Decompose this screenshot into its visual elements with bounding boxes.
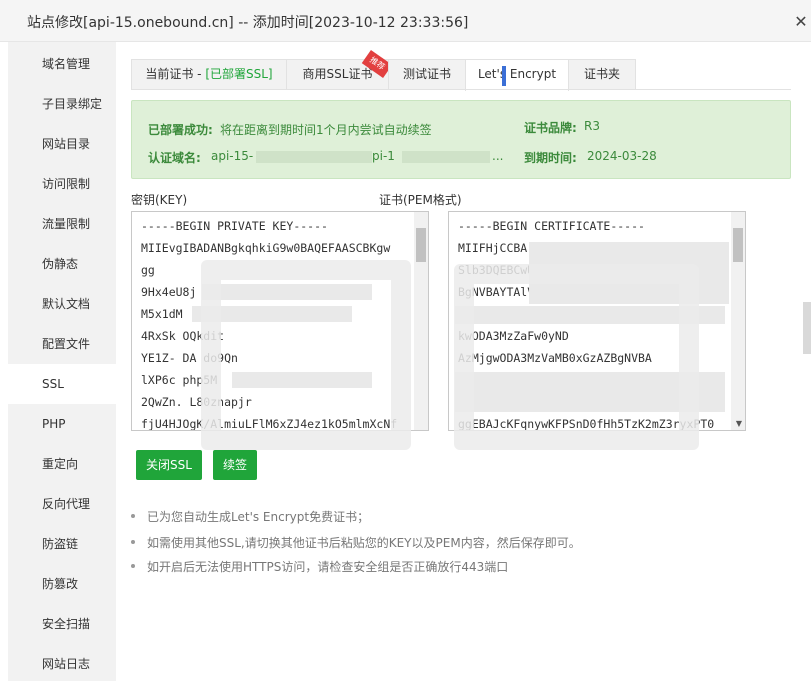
window-title: 站点修改[api-15.onebound.cn] -- 添加时间[2023-10… bbox=[27, 15, 469, 31]
scroll-down-icon[interactable]: ▼ bbox=[736, 419, 742, 428]
sidebar-item-default-doc[interactable]: 默认文档 bbox=[8, 284, 116, 324]
sidebar-item-hotlink[interactable]: 防盗链 bbox=[8, 524, 116, 564]
main-panel: 当前证书 - [已部署SSL] 商用SSL证书 推荐 测试证书 Let's En… bbox=[116, 42, 811, 681]
key-scroll-thumb[interactable] bbox=[416, 228, 426, 262]
expire-label: 到期时间: bbox=[524, 151, 577, 165]
deployed-label: 已部署成功: bbox=[148, 123, 213, 137]
close-ssl-button[interactable]: 关闭SSL bbox=[136, 450, 202, 480]
bullet-icon bbox=[131, 540, 135, 544]
sidebar-item-ssl[interactable]: SSL bbox=[8, 364, 116, 404]
domain-prefix: api-15- bbox=[211, 149, 254, 163]
key-line: 9Hx4eU8j bbox=[141, 285, 197, 299]
tab-current-cert-label: 当前证书 - bbox=[145, 67, 206, 81]
watermark-shape bbox=[454, 264, 699, 450]
sidebar-item-subdir[interactable]: 子目录绑定 bbox=[8, 84, 116, 124]
sidebar-item-reverse-proxy[interactable]: 反向代理 bbox=[8, 484, 116, 524]
tip-text: 如需使用其他SSL,请切换其他证书后粘贴您的KEY以及PEM内容，然后保存即可。 bbox=[147, 536, 581, 550]
tab-current-cert-status: [已部署SSL] bbox=[205, 67, 273, 81]
sidebar-item-redirect[interactable]: 重定向 bbox=[8, 444, 116, 484]
tab-cert-folder[interactable]: 证书夹 bbox=[568, 59, 636, 90]
bullet-icon bbox=[131, 514, 135, 518]
watermark-shape bbox=[201, 260, 411, 450]
sidebar-item-tamper[interactable]: 防篡改 bbox=[8, 564, 116, 604]
tab-commercial-ssl-label: 商用SSL证书 bbox=[302, 67, 373, 81]
domain-redaction bbox=[256, 151, 372, 163]
cert-label: 证书(PEM格式) bbox=[379, 193, 462, 207]
title-bar: 站点修改[api-15.onebound.cn] -- 添加时间[2023-10… bbox=[0, 0, 811, 42]
sidebar-item-site-log[interactable]: 网站日志 bbox=[8, 644, 116, 681]
domain-redaction-2 bbox=[402, 151, 490, 163]
sidebar-item-domain[interactable]: 域名管理 bbox=[8, 44, 116, 84]
expire-value: 2024-03-28 bbox=[587, 149, 657, 163]
sidebar-item-traffic-limit[interactable]: 流量限制 bbox=[8, 204, 116, 244]
cert-line: MIIFHjCCBA bbox=[458, 241, 528, 255]
tip-text: 已为您自动生成Let's Encrypt免费证书； bbox=[147, 510, 370, 524]
cert-line: -----BEGIN CERTIFICATE----- bbox=[458, 219, 645, 233]
domain-suffix: ... bbox=[492, 149, 504, 163]
key-label: 密钥(KEY) bbox=[131, 193, 188, 207]
key-line: -----BEGIN PRIVATE KEY----- bbox=[141, 219, 328, 233]
page-scrollbar-thumb[interactable] bbox=[803, 302, 811, 354]
key-line: M5x1dM bbox=[141, 307, 183, 321]
sidebar-item-php[interactable]: PHP bbox=[8, 404, 116, 444]
deployed-text: 将在距离到期时间1个月内尝试自动续签 bbox=[220, 123, 432, 137]
brand-label: 证书品牌: bbox=[524, 121, 577, 135]
renew-button[interactable]: 续签 bbox=[213, 450, 257, 480]
sidebar-item-config[interactable]: 配置文件 bbox=[8, 324, 116, 364]
key-line: gg bbox=[141, 263, 155, 277]
tip-text: 如开启后无法使用HTTPS访问，请检查安全组是否正确放行443端口 bbox=[147, 560, 509, 574]
brand-value: R3 bbox=[584, 119, 600, 133]
cert-scroll-thumb[interactable] bbox=[733, 228, 743, 262]
sidebar-item-security-scan[interactable]: 安全扫描 bbox=[8, 604, 116, 644]
tab-divider bbox=[131, 89, 791, 90]
text-cursor-marker bbox=[502, 66, 506, 86]
domain-mid: pi-1 bbox=[372, 149, 395, 163]
sidebar-item-site-dir[interactable]: 网站目录 bbox=[8, 124, 116, 164]
tab-commercial-ssl[interactable]: 商用SSL证书 推荐 bbox=[286, 49, 393, 90]
sidebar: 域名管理 子目录绑定 网站目录 访问限制 流量限制 伪静态 默认文档 配置文件 … bbox=[8, 42, 116, 681]
domain-label: 认证域名: bbox=[148, 151, 201, 165]
tab-current-cert[interactable]: 当前证书 - [已部署SSL] bbox=[131, 59, 287, 90]
tab-test-cert[interactable]: 测试证书 bbox=[388, 59, 466, 90]
bullet-icon bbox=[131, 564, 135, 568]
tab-letsencrypt[interactable]: Let's Encrypt bbox=[465, 59, 569, 91]
sidebar-item-access-limit[interactable]: 访问限制 bbox=[8, 164, 116, 204]
close-icon[interactable]: ✕ bbox=[793, 14, 809, 30]
ssl-status-box: 已部署成功: 将在距离到期时间1个月内尝试自动续签 认证域名: api-15- … bbox=[131, 100, 791, 179]
sidebar-item-rewrite[interactable]: 伪静态 bbox=[8, 244, 116, 284]
tab-letsencrypt-label: Let's Encrypt bbox=[477, 67, 557, 81]
key-line: MIIEvgIBADANBgkqhkiG9w0BAQEFAASCBKgw bbox=[141, 241, 391, 255]
